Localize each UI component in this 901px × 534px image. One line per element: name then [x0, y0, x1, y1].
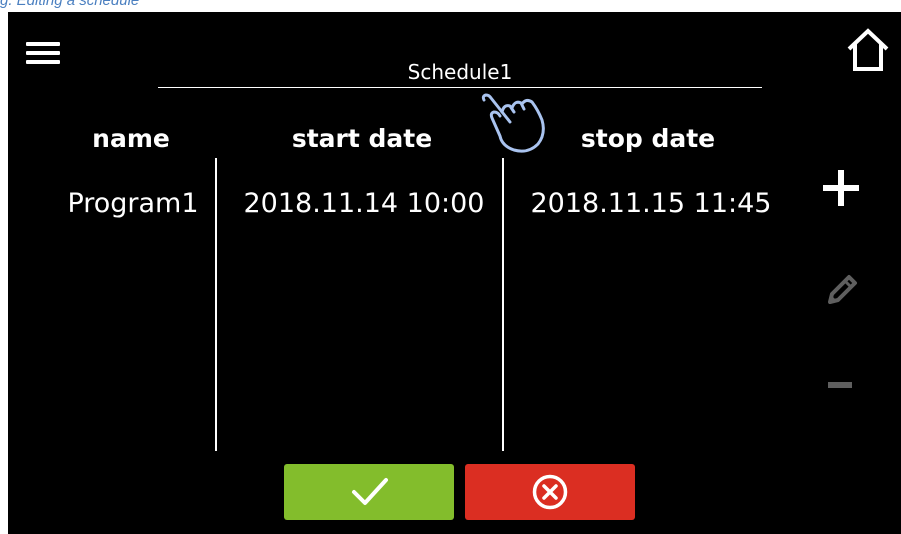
table-cell-start-date[interactable]: 2018.11.14 10:00	[224, 188, 504, 219]
confirm-button[interactable]	[284, 464, 454, 520]
figure-caption: g. Editing a schedule	[0, 0, 140, 9]
cancel-circle-x-icon	[532, 474, 568, 510]
table-cell-stop-date[interactable]: 2018.11.15 11:45	[511, 188, 791, 219]
cancel-button[interactable]	[465, 464, 635, 520]
minus-icon	[828, 382, 852, 388]
controller-screen: Schedule1 name start date stop date Prog…	[8, 12, 901, 534]
hamburger-menu-icon[interactable]	[26, 42, 62, 66]
plus-icon[interactable]	[823, 170, 859, 206]
column-header-stop-date: stop date	[580, 124, 716, 153]
table-cell-program-name[interactable]: Program1	[58, 188, 208, 219]
pencil-icon	[828, 275, 857, 304]
column-header-name: name	[92, 124, 170, 153]
title-underline	[158, 87, 762, 88]
schedule-title: Schedule1	[407, 60, 513, 84]
home-icon[interactable]	[844, 26, 892, 74]
column-header-start-date: start date	[291, 124, 433, 153]
checkmark-icon	[352, 478, 388, 505]
column-divider	[215, 158, 217, 451]
